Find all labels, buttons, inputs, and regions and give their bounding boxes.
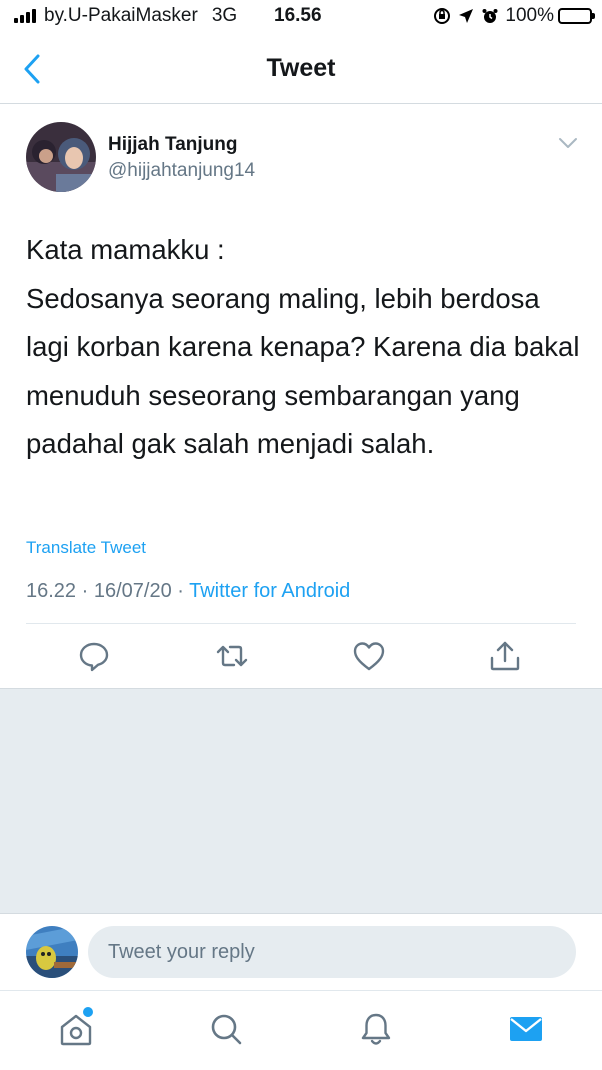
retweet-button[interactable]	[214, 638, 250, 674]
tab-search[interactable]	[206, 1009, 246, 1049]
tweet-date: 16/07/20	[93, 580, 172, 602]
reply-placeholder: Tweet your reply	[108, 940, 255, 963]
reply-bar: Tweet your reply	[0, 914, 602, 990]
status-time: 16.56	[274, 5, 322, 26]
notification-dot	[83, 1007, 93, 1017]
like-button[interactable]	[351, 638, 387, 674]
reply-button[interactable]	[76, 638, 112, 674]
location-icon	[459, 9, 474, 23]
share-button[interactable]	[487, 638, 523, 674]
battery-percent: 100%	[505, 5, 554, 26]
tweet-metadata: 16.22 · 16/07/20 · Twitter for Android	[26, 580, 350, 603]
retweet-icon	[216, 645, 248, 667]
comment-icon	[79, 642, 109, 672]
battery-icon	[558, 8, 595, 24]
meta-separator: ·	[177, 580, 190, 602]
tab-messages[interactable]	[506, 1009, 546, 1049]
tweet-menu-button[interactable]	[558, 136, 578, 150]
bell-icon	[361, 1013, 391, 1045]
author-name[interactable]: Hijjah Tanjung	[108, 134, 237, 156]
tweet-client-link[interactable]: Twitter for Android	[189, 580, 350, 602]
avatar-image	[26, 926, 78, 978]
reply-input[interactable]: Tweet your reply	[88, 926, 576, 978]
mail-icon	[510, 1017, 542, 1041]
meta-separator: ·	[81, 580, 94, 602]
bottom-tab-bar	[0, 990, 602, 1070]
tweet-actions	[0, 630, 602, 686]
search-icon	[211, 1014, 242, 1045]
tweet-text: Kata mamakku : Sedosanya seorang maling,…	[26, 234, 580, 459]
user-avatar[interactable]	[26, 926, 78, 978]
heart-icon	[353, 642, 385, 671]
network-label: 3G	[211, 5, 238, 26]
page-title: Tweet	[266, 54, 336, 82]
signal-icon	[14, 9, 38, 23]
tab-notifications[interactable]	[356, 1009, 396, 1049]
avatar-image	[26, 122, 96, 192]
chevron-down-icon	[559, 138, 577, 148]
orientation-lock-icon	[434, 8, 451, 24]
divider	[26, 623, 576, 624]
replies-area	[0, 688, 602, 914]
status-bar: by.U-PakaiMasker 3G 16.56 100%	[0, 0, 602, 34]
share-icon	[490, 641, 520, 671]
tweet-time: 16.22	[26, 580, 77, 602]
navigation-header: Tweet	[0, 34, 602, 104]
carrier-label: by.U-PakaiMasker	[44, 5, 198, 26]
author-avatar[interactable]	[26, 122, 96, 192]
author-handle[interactable]: @hijjahtanjung14	[108, 160, 255, 182]
alarm-icon	[482, 9, 498, 23]
translate-tweet-link[interactable]: Translate Tweet	[26, 538, 146, 558]
